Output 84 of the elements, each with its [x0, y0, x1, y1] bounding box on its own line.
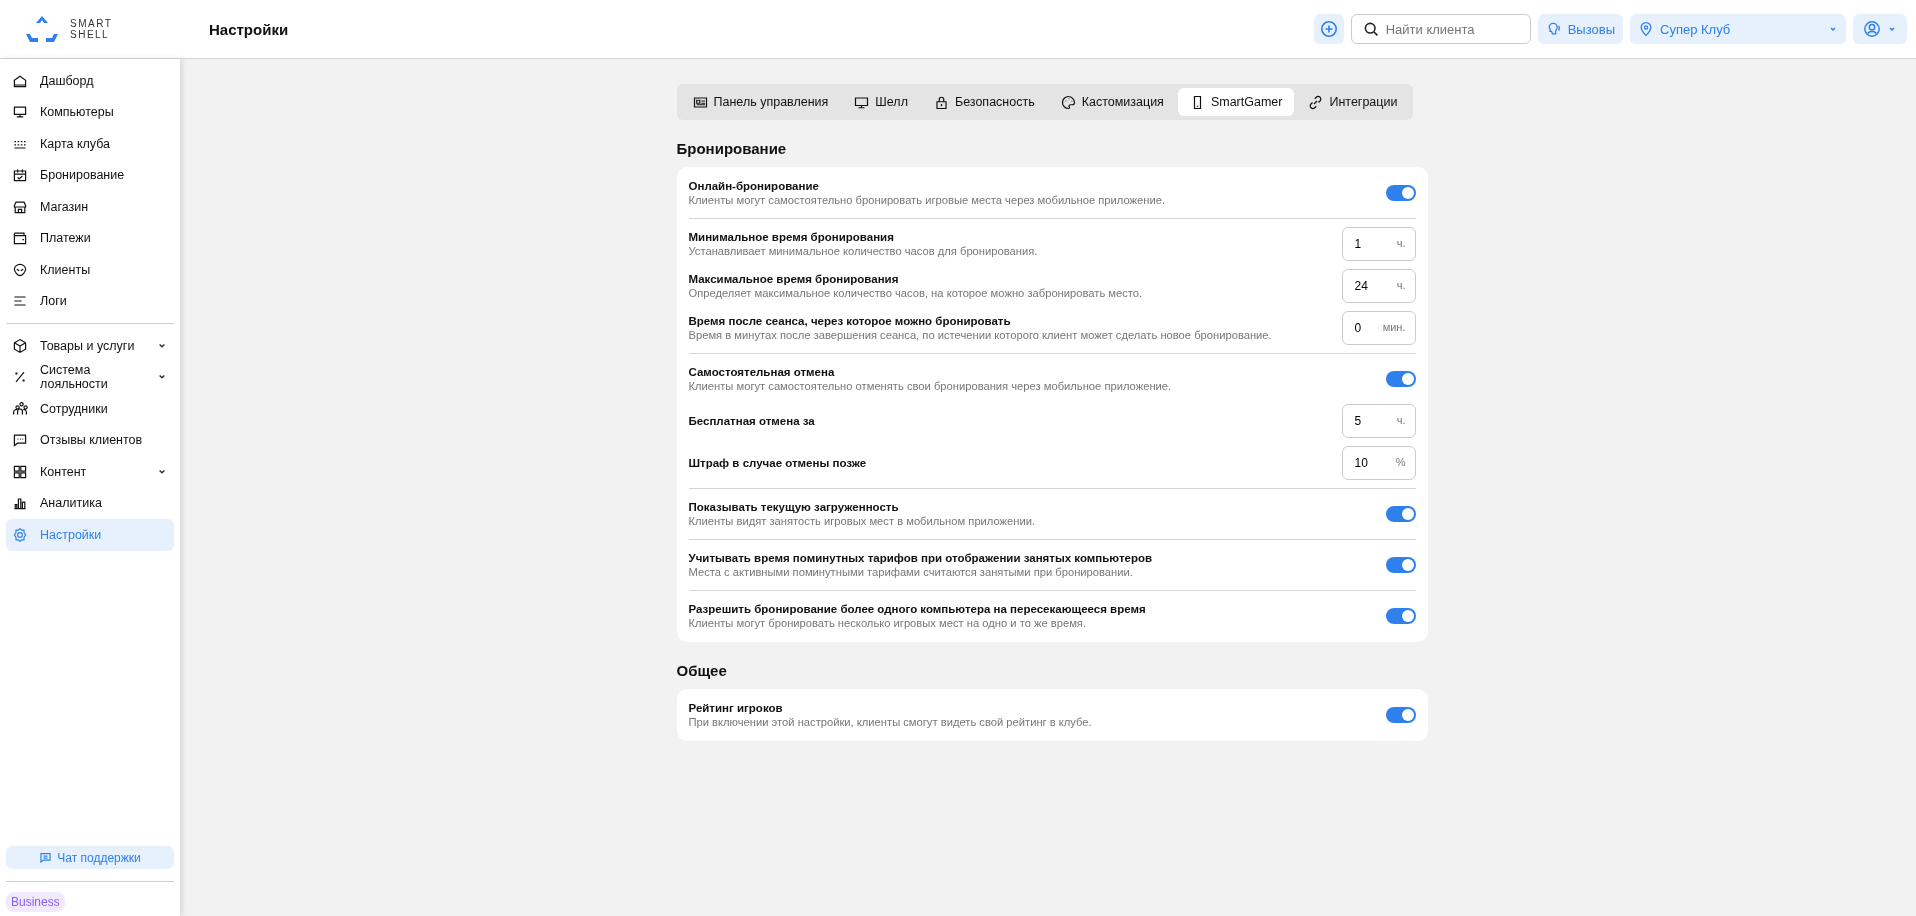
sidebar-item[interactable]: Сотрудники [6, 393, 174, 425]
chat-bubble-icon [12, 432, 28, 449]
chevron-down-icon [158, 467, 166, 476]
plus-circle-icon [1319, 20, 1338, 38]
people-icon [12, 400, 28, 417]
setting-title: Разрешить бронирование более одного компьютера на пересекающееся время [688, 603, 1147, 615]
location-pin-icon [1638, 21, 1654, 37]
user-menu-button[interactable] [1853, 14, 1907, 44]
sidebar-item[interactable]: Платежи [6, 222, 174, 254]
logo-text: SHELL [70, 29, 111, 40]
sidebar-item[interactable]: Контент [6, 456, 174, 488]
setting-description: При включении этой настройки, клиенты смогут видеть свой рейтинг в клубе. [688, 716, 1093, 728]
tab[interactable]: Кастомизация [1048, 88, 1176, 116]
section-title: Общее [676, 662, 728, 679]
setting-title: Минимальное время бронирования [688, 231, 895, 243]
tab[interactable]: Шелл [842, 88, 920, 116]
palette-icon [1060, 94, 1076, 110]
alien-head-icon [12, 261, 28, 278]
id-card-icon [692, 94, 708, 110]
sidebar-item[interactable]: Аналитика [6, 487, 174, 519]
sidebar-item[interactable]: Магазин [6, 191, 174, 223]
tab[interactable]: SmartGamer [1177, 88, 1295, 116]
setting-title: Учитывать время поминутных тарифов при отображении занятых компьютеров [688, 552, 1154, 564]
sidebar-item[interactable]: Дашборд [6, 65, 174, 97]
section-title: Бронирование [676, 140, 788, 157]
calendar-icon [12, 167, 28, 184]
chevron-down-icon [158, 341, 166, 350]
add-button[interactable] [1313, 14, 1344, 44]
setting-title: Самостоятельная отмена [688, 366, 836, 378]
unit-label: ч. [1396, 279, 1406, 291]
unit-label: ч. [1396, 237, 1406, 249]
chevron-down-icon [1828, 24, 1838, 34]
gear-icon [12, 526, 28, 543]
search-field[interactable]: Найти клиента [1350, 14, 1531, 44]
bar-chart-icon [12, 495, 28, 512]
tab[interactable]: Интеграции [1296, 88, 1410, 116]
setting-description: Устанавливает минимальное количество часов для бронирования. [688, 245, 1039, 257]
toggle-switch[interactable] [1385, 185, 1416, 201]
chevron-down-icon [1887, 24, 1897, 34]
page-title: Настройки [209, 20, 289, 38]
unit-label: мин. [1382, 321, 1406, 333]
unit-label: % [1395, 456, 1406, 468]
tiles-icon [12, 463, 28, 480]
toggle-switch[interactable] [1385, 506, 1416, 522]
logo-icon [24, 14, 60, 44]
setting-title: Онлайн-бронирование [688, 180, 820, 192]
setting-title: Штраф в случае отмены позже [688, 457, 868, 469]
setting-title: Показывать текущую загруженность [688, 501, 900, 513]
monitor-icon [854, 94, 870, 110]
lock-icon [933, 94, 949, 110]
setting-title: Рейтинг игроков [688, 702, 784, 714]
sidebar-item[interactable]: Система лояльности [6, 361, 174, 393]
toggle-switch[interactable] [1385, 608, 1416, 624]
unit-label: ч. [1396, 414, 1406, 426]
setting-description: Клиенты могут бронировать несколько игровых мест на одно и то же время. [688, 617, 1088, 629]
box-icon [12, 337, 28, 354]
tab[interactable]: Панель управления [680, 88, 841, 116]
setting-title: Время после сеанса, через которое можно бронировать [688, 315, 1012, 327]
chat-bubble-icon [39, 851, 53, 864]
toggle-switch[interactable] [1385, 707, 1416, 723]
toggle-switch[interactable] [1385, 371, 1416, 387]
support-chat-button[interactable]: Чат поддержки [6, 846, 174, 869]
sidebar-item[interactable]: Клиенты [6, 254, 174, 286]
sidebar-item[interactable]: Бронирование [6, 159, 174, 191]
wallet-icon [12, 230, 28, 247]
setting-description: Клиенты могут самостоятельно отменять свои бронирования через мобильное приложение. [688, 380, 1173, 392]
toggle-switch[interactable] [1385, 557, 1416, 573]
sidebar-item[interactable]: Логи [6, 285, 174, 317]
setting-description: Время в минутах после завершения сеанса, по истечении которого клиент может сделать новое бронирование. [688, 329, 1273, 341]
sidebar-item[interactable]: Компьютеры [6, 96, 174, 128]
setting-description: Места с активными поминутными тарифами считаются занятыми при бронировании. [688, 566, 1134, 578]
sidebar-item[interactable]: Карта клуба [6, 128, 174, 160]
user-avatar-icon [1863, 20, 1881, 38]
setting-description: Определяет максимальное количество часов, на которое можно забронировать место. [688, 287, 1144, 299]
setting-description: Клиенты видят занятость игровых мест в мобильном приложении. [688, 515, 1037, 527]
setting-title: Максимальное время бронирования [688, 273, 900, 285]
setting-title: Бесплатная отмена за [688, 415, 816, 427]
sidebar-item[interactable]: Товары и услуги [6, 330, 174, 362]
plan-badge: Business [6, 892, 65, 912]
setting-description: Клиенты могут самостоятельно бронировать игровые места через мобильное приложение. [688, 194, 1166, 206]
link-icon [1308, 94, 1324, 110]
logo-text: SMART [70, 18, 113, 29]
tab[interactable]: Безопасность [921, 88, 1047, 116]
sidebar-item[interactable]: Отзывы клиентов [6, 424, 174, 456]
